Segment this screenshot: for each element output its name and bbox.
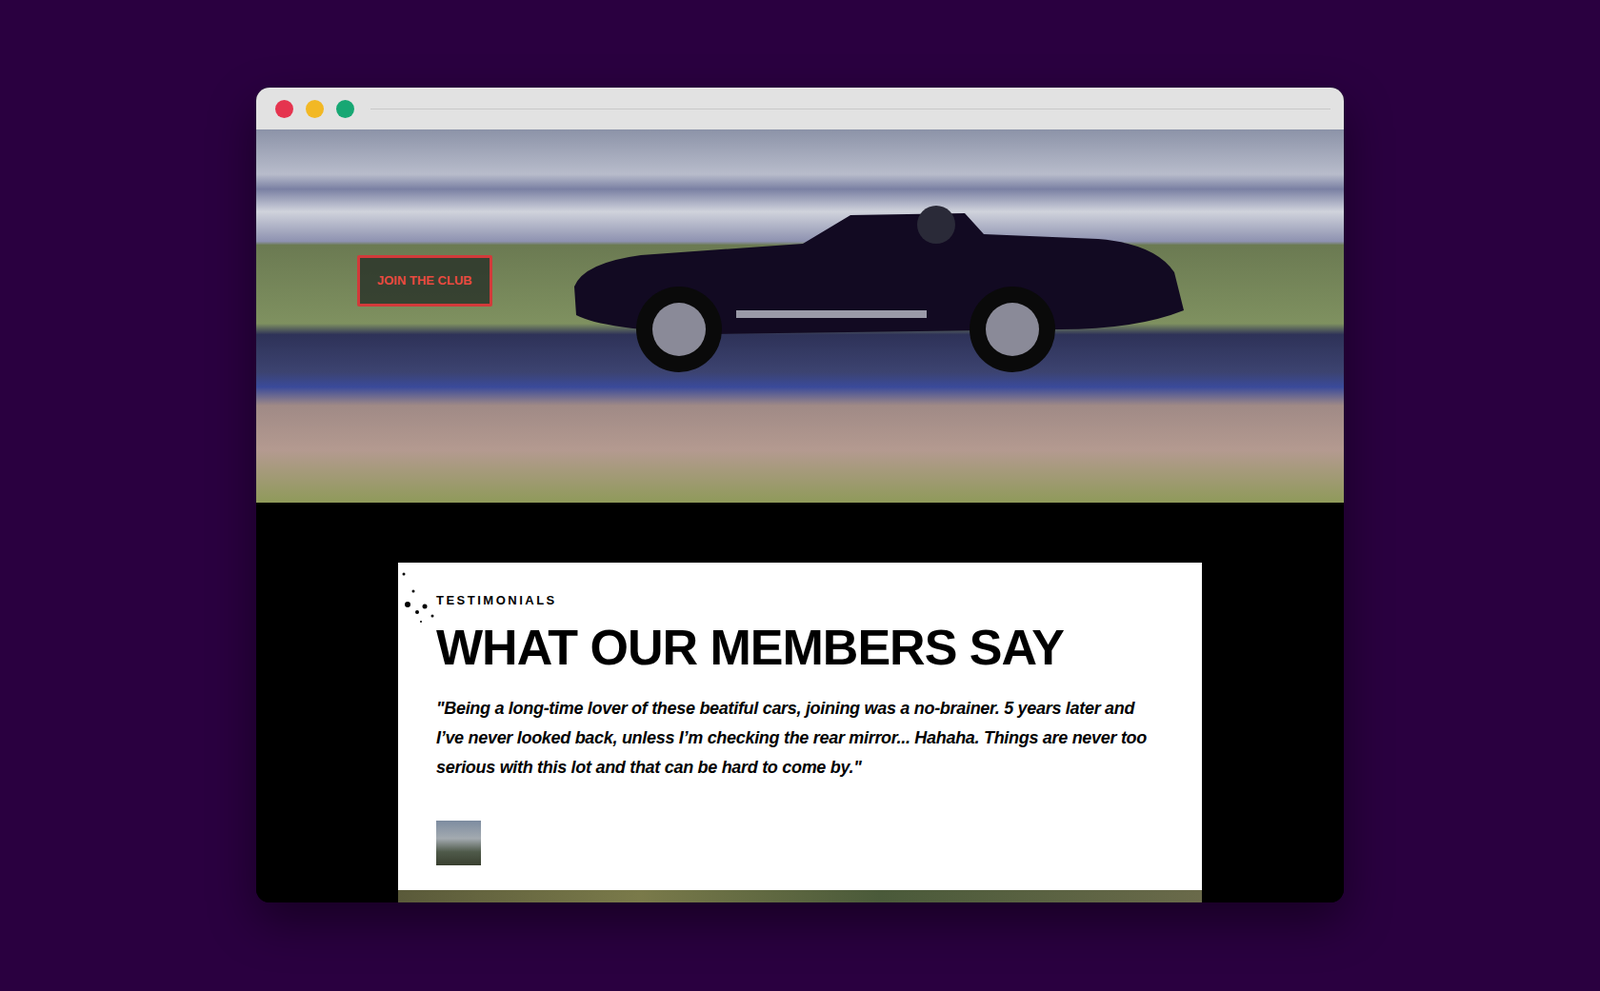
- car-icon: [564, 196, 1194, 378]
- testimonials-section: TESTIMONIALS WHAT OUR MEMBERS SAY "Being…: [256, 502, 1344, 903]
- title-bar: [256, 87, 1344, 130]
- section-label: TESTIMONIALS: [436, 591, 1164, 611]
- page-stage: JOIN THE CLUB TESTIMONIALS WHAT OUR MEMB…: [0, 0, 1600, 903]
- testimonial-card: TESTIMONIALS WHAT OUR MEMBERS SAY "Being…: [398, 562, 1202, 891]
- section-heading: WHAT OUR MEMBERS SAY: [436, 621, 1164, 675]
- address-bar: [370, 108, 1331, 110]
- maximize-icon[interactable]: [336, 100, 355, 119]
- gallery-photo: [398, 890, 1202, 903]
- author-photo: [436, 820, 481, 866]
- author-row: [436, 820, 1164, 866]
- join-button[interactable]: JOIN THE CLUB: [357, 255, 493, 307]
- hero-photo: JOIN THE CLUB: [256, 129, 1344, 503]
- testimonial-quote: "Being a long-time lover of these beatif…: [436, 694, 1164, 783]
- browser-window: JOIN THE CLUB TESTIMONIALS WHAT OUR MEMB…: [256, 87, 1344, 903]
- close-icon[interactable]: [275, 100, 294, 119]
- minimize-icon[interactable]: [305, 100, 324, 119]
